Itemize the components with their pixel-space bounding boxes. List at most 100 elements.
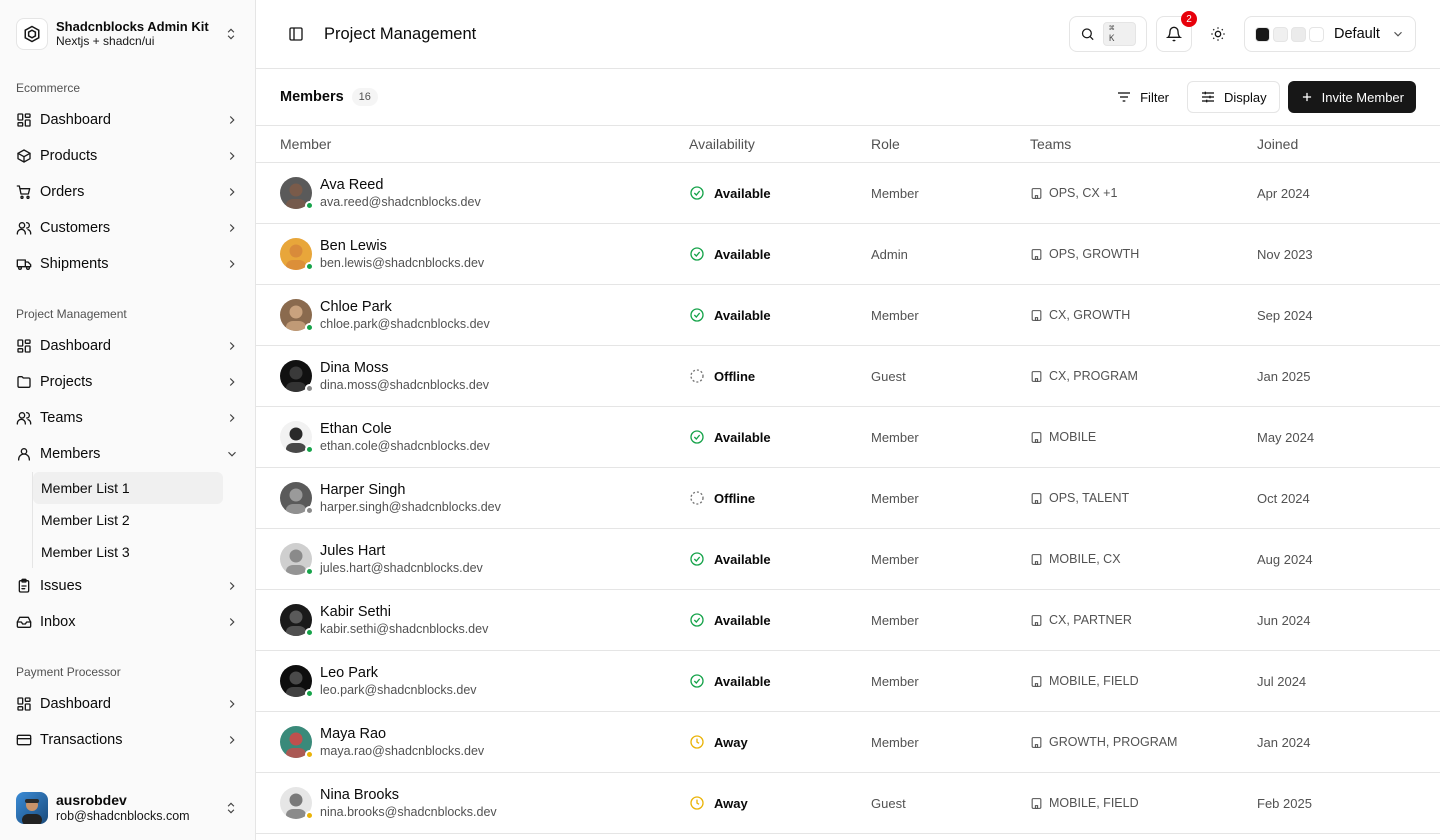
sidebar-item-project-management-dashboard[interactable]: Dashboard	[0, 328, 255, 364]
avatar[interactable]	[280, 238, 314, 271]
sidebar-item-ecommerce-shipments[interactable]: Shipments	[0, 246, 255, 282]
column-header-role[interactable]: Role	[871, 136, 1030, 152]
check-circle-icon	[690, 613, 704, 627]
member-email: harper.singh@shadcnblocks.dev	[320, 500, 501, 514]
inbox-icon	[16, 614, 32, 630]
table-row[interactable]: Ethan Cole ethan.cole@shadcnblocks.dev A…	[256, 407, 1440, 468]
users-icon	[16, 220, 32, 236]
avatar[interactable]	[280, 787, 314, 820]
role-cell: Member	[871, 490, 919, 506]
sidebar-item-ecommerce-dashboard[interactable]: Dashboard	[0, 102, 255, 138]
avatar[interactable]	[280, 726, 314, 759]
table-row[interactable]: Nina Brooks nina.brooks@shadcnblocks.dev…	[256, 773, 1440, 834]
member-name: Nina Brooks	[320, 787, 399, 803]
sidebar-item-project-management-inbox[interactable]: Inbox	[0, 604, 255, 640]
sidebar-item-label: Inbox	[40, 614, 76, 630]
sidebar-item-project-management-projects[interactable]: Projects	[0, 364, 255, 400]
building-icon	[1031, 309, 1042, 321]
member-email: ethan.cole@shadcnblocks.dev	[320, 439, 490, 453]
column-header-joined[interactable]: Joined	[1257, 136, 1407, 152]
chevron-right-icon	[225, 339, 239, 353]
presence-dot	[305, 323, 314, 332]
chevron-right-icon	[225, 579, 239, 593]
availability-status: Away	[714, 734, 748, 750]
teams-list: MOBILE, FIELD	[1049, 796, 1139, 810]
avatar[interactable]	[280, 543, 314, 576]
chevron-right-icon	[225, 221, 239, 235]
sidebar-item-label: Dashboard	[40, 112, 111, 128]
sidebar-subitem-member-list-3[interactable]: Member List 3	[33, 536, 223, 568]
sidebar-item-payment-processor-dashboard[interactable]: Dashboard	[0, 686, 255, 722]
folder-icon	[16, 374, 32, 390]
table-row[interactable]: Dina Moss dina.moss@shadcnblocks.dev Off…	[256, 346, 1440, 407]
member-cell: Chloe Park chloe.park@shadcnblocks.dev	[280, 298, 689, 332]
sidebar-item-payment-processor-transactions[interactable]: Transactions	[0, 722, 255, 758]
package-icon	[16, 148, 32, 164]
sidebar-toggle-button[interactable]	[280, 18, 312, 50]
joined-date: Oct 2024	[1257, 490, 1310, 506]
sidebar: Shadcnblocks Admin Kit Nextjs + shadcn/u…	[0, 0, 256, 840]
sidebar-item-label: Customers	[40, 220, 111, 236]
truck-icon	[16, 256, 32, 272]
column-header-member[interactable]: Member	[280, 136, 689, 152]
chevron-right-icon	[225, 185, 239, 199]
sidebar-subitem-member-list-2[interactable]: Member List 2	[33, 504, 223, 536]
table-row[interactable]: Kabir Sethi kabir.sethi@shadcnblocks.dev…	[256, 590, 1440, 651]
joined-date: Sep 2024	[1257, 307, 1313, 323]
availability-status: Available	[714, 246, 771, 262]
filter-button[interactable]: Filter	[1106, 81, 1179, 113]
user-menu[interactable]: ausrobdev rob@shadcnblocks.com	[0, 776, 255, 840]
role-cell: Member	[871, 673, 919, 689]
sidebar-item-ecommerce-orders[interactable]: Orders	[0, 174, 255, 210]
avatar[interactable]	[280, 177, 314, 210]
table-row[interactable]: Maya Rao maya.rao@shadcnblocks.dev Away …	[256, 712, 1440, 773]
teams-cell: MOBILE	[1030, 430, 1257, 444]
column-header-availability[interactable]: Availability	[689, 136, 871, 152]
teams-cell: MOBILE, FIELD	[1030, 674, 1257, 688]
check-circle-icon	[690, 674, 704, 688]
avatar[interactable]	[280, 604, 314, 637]
presence-dot	[305, 384, 314, 393]
table-row[interactable]: Chloe Park chloe.park@shadcnblocks.dev A…	[256, 285, 1440, 346]
sidebar-item-ecommerce-customers[interactable]: Customers	[0, 210, 255, 246]
table-row[interactable]: Ava Reed ava.reed@shadcnblocks.dev Avail…	[256, 163, 1440, 224]
member-email: ava.reed@shadcnblocks.dev	[320, 195, 481, 209]
theme-swatch	[1309, 26, 1324, 42]
sidebar-item-ecommerce-products[interactable]: Products	[0, 138, 255, 174]
sidebar-subitem-member-list-1[interactable]: Member List 1	[33, 472, 223, 504]
avatar[interactable]	[280, 421, 314, 454]
avatar[interactable]	[280, 360, 314, 393]
sidebar-sublist-members: Member List 1 Member List 2 Member List 3	[32, 472, 223, 568]
column-header-teams[interactable]: Teams	[1030, 136, 1257, 152]
avatar[interactable]	[280, 665, 314, 698]
teams-cell: MOBILE, CX	[1030, 552, 1257, 566]
circle-dashed-icon	[690, 491, 704, 505]
invite-label: Invite Member	[1321, 89, 1404, 105]
sidebar-item-project-management-issues[interactable]: Issues	[0, 568, 255, 604]
table-row[interactable]: Jules Hart jules.hart@shadcnblocks.dev A…	[256, 529, 1440, 590]
search-button[interactable]: ⌘ K	[1069, 16, 1147, 52]
theme-preset-select[interactable]: Default	[1244, 16, 1416, 52]
brand-switcher[interactable]: Shadcnblocks Admin Kit Nextjs + shadcn/u…	[0, 0, 255, 68]
building-icon	[1031, 431, 1042, 443]
chevrons-up-down-icon	[223, 800, 239, 816]
table-row[interactable]: Harper Singh harper.singh@shadcnblocks.d…	[256, 468, 1440, 529]
sidebar-item-label: Transactions	[40, 732, 123, 748]
notifications-button[interactable]: 2	[1156, 11, 1197, 52]
sidebar-item-project-management-teams[interactable]: Teams	[0, 400, 255, 436]
teams-cell: CX, PROGRAM	[1030, 369, 1257, 383]
display-button[interactable]: Display	[1187, 81, 1280, 113]
invite-member-button[interactable]: Invite Member	[1287, 81, 1416, 113]
chevron-right-icon	[225, 733, 239, 747]
table-row[interactable]: Leo Park leo.park@shadcnblocks.dev Avail…	[256, 651, 1440, 712]
role-cell: Guest	[871, 368, 906, 384]
teams-cell: MOBILE, FIELD	[1030, 796, 1257, 810]
member-email: jules.hart@shadcnblocks.dev	[320, 561, 483, 575]
sidebar-item-project-management-members[interactable]: Members	[0, 436, 255, 472]
theme-toggle-button[interactable]	[1200, 16, 1236, 52]
avatar[interactable]	[280, 482, 314, 515]
role-cell: Member	[871, 551, 919, 567]
joined-date: Aug 2024	[1257, 551, 1313, 567]
avatar[interactable]	[280, 299, 314, 332]
table-row[interactable]: Ben Lewis ben.lewis@shadcnblocks.dev Ava…	[256, 224, 1440, 285]
